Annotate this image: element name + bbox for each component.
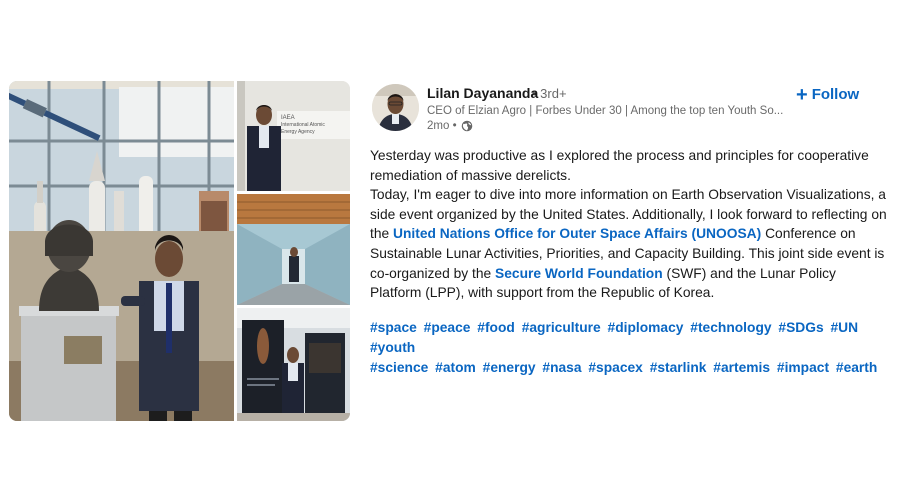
hashtag-link[interactable]: #spacex [588, 360, 642, 375]
avatar[interactable] [372, 84, 419, 131]
photo-iaea-entrance[interactable]: IAEA International Atomic Energy Agency [237, 81, 350, 191]
photo-glass-corridor[interactable] [237, 194, 350, 305]
photo-exhibit-panels[interactable] [237, 308, 350, 421]
follow-label: Follow [811, 86, 860, 103]
photo-iaea-entrance-image: IAEA International Atomic Energy Agency [237, 81, 350, 191]
hashtag-link[interactable]: #youth [370, 340, 415, 355]
hashtag-link[interactable]: #energy [483, 360, 536, 375]
post-paragraph-2: Today, I'm eager to dive into more infor… [370, 185, 888, 303]
author-name[interactable]: Lilan Dayananda [427, 85, 538, 101]
hashtag-link[interactable]: #nasa [542, 360, 581, 375]
photo-glass-corridor-image [237, 194, 350, 305]
globe-icon [461, 120, 472, 132]
photo-exhibit-panels-image [237, 308, 350, 421]
hashtag-link[interactable]: #impact [777, 360, 829, 375]
photo-bust-exhibit-image [9, 81, 234, 421]
hashtag-link[interactable]: #starlink [650, 360, 707, 375]
hashtag-link[interactable]: #atom [435, 360, 476, 375]
mention-secure-world-foundation[interactable]: Secure World Foundation [495, 266, 663, 281]
author-headline: CEO of Elzian Agro | Forbes Under 30 | A… [427, 105, 784, 117]
hashtag-link[interactable]: #earth [836, 360, 877, 375]
hashtag-link[interactable]: #science [370, 360, 428, 375]
svg-text:International Atomic: International Atomic [281, 122, 325, 128]
hashtag-link[interactable]: #UN [830, 320, 858, 335]
mention-unoosa[interactable]: United Nations Office for Outer Space Af… [393, 226, 761, 241]
svg-text:Energy Agency: Energy Agency [281, 129, 315, 135]
hashtag-list: #space #peace #food #agriculture #diplom… [370, 318, 888, 378]
follow-button[interactable]: + Follow [792, 84, 863, 105]
hashtag-link[interactable]: #agriculture [522, 320, 601, 335]
hashtag-link[interactable]: #artemis [713, 360, 770, 375]
post-photo-collage[interactable]: IAEA International Atomic Energy Agency [9, 81, 350, 421]
post-header: Lilan Dayananda • 3rd+ CEO of Elzian Agr… [372, 84, 872, 136]
hashtag-link[interactable]: #technology [690, 320, 771, 335]
photo-bust-exhibit[interactable] [9, 81, 234, 421]
author-avatar-image [372, 84, 419, 131]
connection-degree: • 3rd+ [532, 86, 567, 101]
post-meta: 2mo • [427, 120, 473, 132]
svg-text:IAEA: IAEA [281, 115, 295, 121]
hashtag-link[interactable]: #peace [424, 320, 471, 335]
post-body: Yesterday was productive as I explored t… [370, 146, 888, 303]
post-time: 2mo • [427, 120, 457, 132]
hashtag-link[interactable]: #diplomacy [608, 320, 684, 335]
plus-icon: + [796, 83, 808, 106]
hashtag-link[interactable]: #SDGs [778, 320, 823, 335]
hashtag-link[interactable]: #food [477, 320, 515, 335]
hashtag-link[interactable]: #space [370, 320, 417, 335]
post-paragraph-1: Yesterday was productive as I explored t… [370, 148, 869, 183]
